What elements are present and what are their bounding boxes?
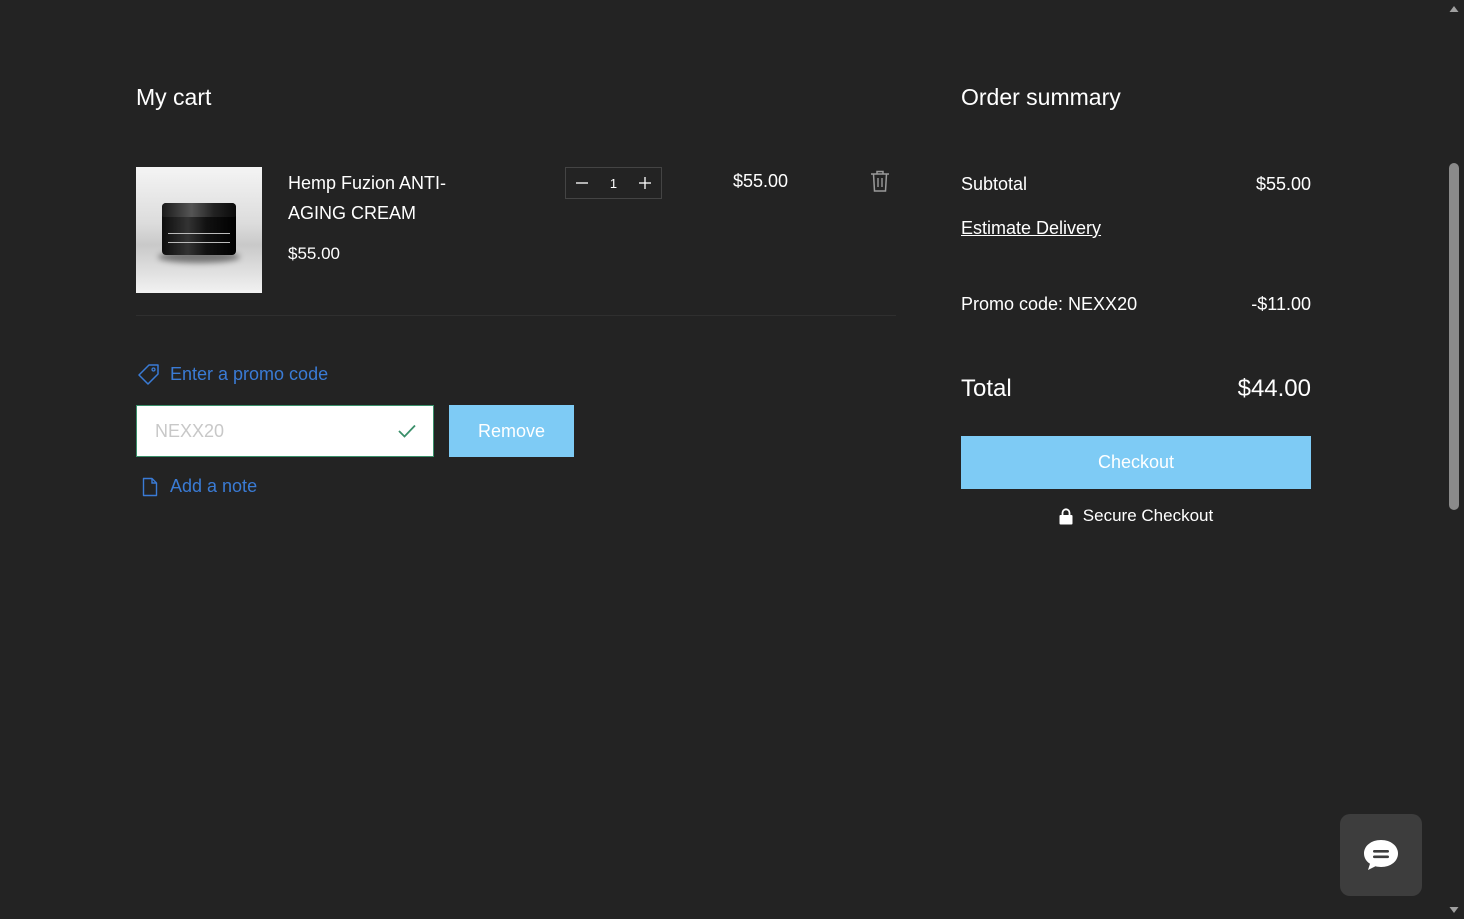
quantity-value[interactable]: 1	[610, 176, 617, 191]
minus-icon	[576, 182, 588, 184]
promo-code-field	[136, 405, 434, 457]
order-summary-title: Order summary	[961, 84, 1121, 110]
page-scrollbar[interactable]	[1444, 0, 1464, 919]
product-unit-price: $55.00	[288, 244, 340, 263]
jar-label	[168, 233, 230, 243]
secure-checkout-label: Secure Checkout	[1082, 506, 1214, 525]
quantity-stepper: 1	[565, 167, 662, 199]
tag-icon	[138, 364, 159, 385]
product-name[interactable]: Hemp Fuzion ANTI-AGING CREAM	[288, 168, 488, 228]
plus-icon	[638, 177, 651, 189]
scroll-thumb[interactable]	[1449, 163, 1459, 510]
product-image[interactable]	[136, 167, 262, 293]
promo-discount-value: -$11.00	[1251, 294, 1311, 314]
add-note-link[interactable]: Add a note	[142, 476, 257, 497]
promo-code-input[interactable]	[153, 419, 377, 443]
checkout-button[interactable]: Checkout	[961, 436, 1311, 489]
chat-bubble-icon	[1364, 840, 1398, 870]
note-icon	[142, 477, 158, 496]
scroll-up-arrow[interactable]	[1444, 0, 1464, 18]
arrow-up-icon	[1449, 6, 1459, 12]
trash-icon	[871, 170, 889, 192]
total-row: Total $44.00	[961, 375, 1311, 403]
estimate-delivery-link[interactable]: Estimate Delivery	[961, 218, 1101, 239]
remove-promo-button[interactable]: Remove	[449, 405, 574, 457]
cart-title: My cart	[136, 84, 212, 110]
cart-divider	[136, 315, 896, 316]
secure-checkout-note: Secure Checkout	[961, 506, 1311, 526]
total-value: $44.00	[1237, 375, 1311, 402]
subtotal-label: Subtotal	[961, 174, 1028, 194]
lock-icon	[1059, 507, 1073, 524]
decrease-quantity-button[interactable]	[566, 168, 598, 198]
subtotal-value: $55.00	[1255, 174, 1311, 194]
cart-page: My cart Hemp Fuzion ANTI-AGING CREAM $55…	[0, 0, 1464, 919]
jar-lid	[162, 203, 236, 217]
increase-quantity-button[interactable]	[629, 168, 661, 198]
total-label: Total	[961, 375, 1012, 402]
arrow-down-icon	[1449, 907, 1459, 913]
checkmark-icon	[398, 424, 416, 438]
remove-item-button[interactable]	[869, 169, 891, 193]
promo-discount-row: Promo code: NEXX20 -$11.00	[961, 294, 1311, 315]
scroll-down-arrow[interactable]	[1444, 901, 1464, 919]
chat-button[interactable]	[1340, 814, 1422, 896]
line-total: $55.00	[733, 171, 789, 191]
enter-promo-code-link[interactable]: Enter a promo code	[138, 363, 328, 385]
add-note-label: Add a note	[170, 476, 258, 496]
subtotal-row: Subtotal $55.00	[961, 174, 1311, 195]
promo-discount-label: Promo code: NEXX20	[961, 294, 1138, 314]
enter-promo-code-label: Enter a promo code	[170, 363, 329, 384]
